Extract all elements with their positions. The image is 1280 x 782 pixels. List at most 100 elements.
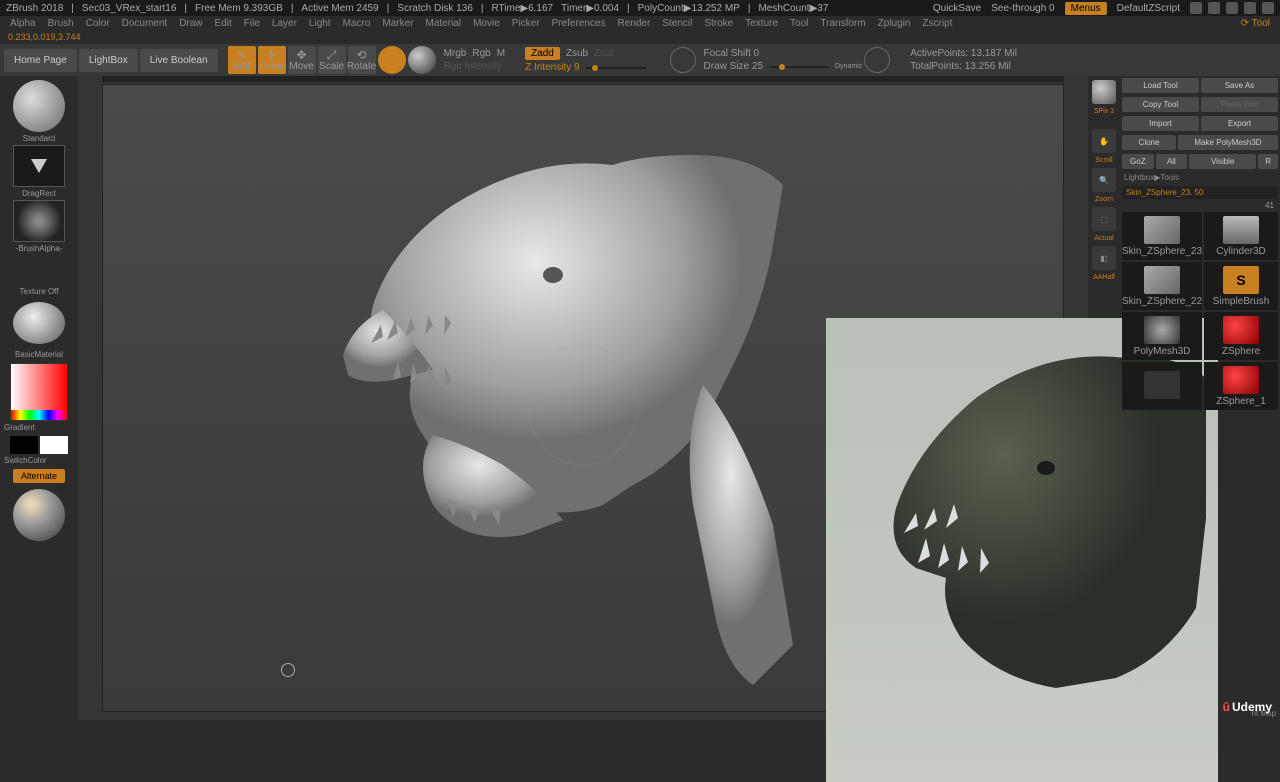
actual-button[interactable]: ⬚ xyxy=(1092,207,1116,231)
goz-all-button[interactable]: All xyxy=(1156,154,1188,169)
sculpt-model[interactable] xyxy=(253,125,813,685)
arrow-down-icon xyxy=(31,159,47,173)
export-button[interactable]: Export xyxy=(1201,116,1278,131)
zoom-button[interactable]: 🔍 xyxy=(1092,168,1116,192)
paste-tool-button[interactable]: Paste Tool xyxy=(1201,97,1278,112)
scroll-button[interactable]: ✋ xyxy=(1092,129,1116,153)
lightbox-tools-label[interactable]: Lightbox▶Tools xyxy=(1120,171,1280,184)
clone-button[interactable]: Clone xyxy=(1122,135,1176,150)
active-points-readout: ActivePoints: 13.187 Mil xyxy=(910,48,1017,59)
zcut-toggle[interactable]: Zcut xyxy=(594,48,613,59)
load-tool-button[interactable]: Load Tool xyxy=(1122,78,1199,93)
menu-zplugin[interactable]: Zplugin xyxy=(874,18,915,29)
menu-render[interactable]: Render xyxy=(614,18,655,29)
dynamic-toggle[interactable]: Dynamic xyxy=(835,63,862,70)
menu-brush[interactable]: Brush xyxy=(44,18,78,29)
menu-texture[interactable]: Texture xyxy=(741,18,782,29)
tool-name-input[interactable]: Skin_ZSphere_23. 50 xyxy=(1122,186,1278,199)
restore-icon[interactable] xyxy=(1244,2,1256,14)
menu-transform[interactable]: Transform xyxy=(816,18,869,29)
alternate-button[interactable]: Alternate xyxy=(13,469,65,483)
menu-material[interactable]: Material xyxy=(422,18,466,29)
mrgb-toggle[interactable]: Mrgb xyxy=(444,48,467,59)
copy-tool-button[interactable]: Copy Tool xyxy=(1122,97,1199,112)
tool-item-0[interactable]: Skin_ZSphere_23 xyxy=(1122,212,1202,260)
color-picker[interactable] xyxy=(10,363,68,421)
make-polymesh-button[interactable]: Make PolyMesh3D xyxy=(1178,135,1278,150)
menu-alpha[interactable]: Alpha xyxy=(6,18,40,29)
fullscreen-icon[interactable] xyxy=(1190,2,1202,14)
rgb-intensity-slider[interactable]: Rgb Intensity xyxy=(444,61,502,72)
texture-selector[interactable] xyxy=(13,302,65,344)
tool-item-7[interactable]: ZSphere_1 xyxy=(1204,362,1278,410)
seethrough-slider[interactable]: See-through 0 xyxy=(991,3,1054,14)
spix-label[interactable]: SPix 3 xyxy=(1094,108,1114,115)
live-boolean-button[interactable]: Live Boolean xyxy=(140,49,218,72)
close-icon[interactable] xyxy=(1262,2,1274,14)
minimize-icon[interactable] xyxy=(1226,2,1238,14)
tool-item-2[interactable]: Skin_ZSphere_22 xyxy=(1122,262,1202,310)
m-toggle[interactable]: M xyxy=(497,48,505,59)
goz-visible-button[interactable]: Visible xyxy=(1189,154,1256,169)
menu-marker[interactable]: Marker xyxy=(378,18,417,29)
zsub-toggle[interactable]: Zsub xyxy=(566,48,588,59)
menu-edit[interactable]: Edit xyxy=(211,18,236,29)
gradient-label[interactable]: Gradient xyxy=(4,423,74,432)
z-intensity-slider[interactable]: Z Intensity 9 xyxy=(525,62,579,73)
brush-selector[interactable] xyxy=(13,80,65,132)
menu-preferences[interactable]: Preferences xyxy=(548,18,610,29)
quicksave-button[interactable]: QuickSave xyxy=(933,3,981,14)
save-as-button[interactable]: Save As xyxy=(1201,78,1278,93)
draw-size-widget[interactable] xyxy=(864,47,890,73)
tool-item-5[interactable]: ZSphere xyxy=(1204,312,1278,360)
material-sphere[interactable] xyxy=(13,489,65,541)
menu-stencil[interactable]: Stencil xyxy=(658,18,696,29)
menu-tool[interactable]: Tool xyxy=(786,18,812,29)
menu-layer[interactable]: Layer xyxy=(268,18,301,29)
tool-item-6[interactable] xyxy=(1122,362,1202,410)
lightbox-button[interactable]: LightBox xyxy=(79,49,138,72)
focal-shift-widget[interactable] xyxy=(670,47,696,73)
alpha-label: -BrushAlpha- xyxy=(16,244,63,253)
draw-mode-button[interactable]: ✛Draw xyxy=(258,46,286,74)
hide-icon[interactable] xyxy=(1208,2,1220,14)
menu-draw[interactable]: Draw xyxy=(175,18,206,29)
subtool-count: 41 xyxy=(1120,201,1280,210)
gizmo-button[interactable] xyxy=(378,46,406,74)
aahalf-button[interactable]: ◧ xyxy=(1092,246,1116,270)
edit-mode-button[interactable]: ✎Edit xyxy=(228,46,256,74)
menu-movie[interactable]: Movie xyxy=(469,18,504,29)
hue-strip[interactable] xyxy=(11,410,67,420)
menu-stroke[interactable]: Stroke xyxy=(700,18,737,29)
goz-button[interactable]: GoZ xyxy=(1122,154,1154,169)
menus-button[interactable]: Menus xyxy=(1065,2,1107,15)
switchcolor-button[interactable]: SwitchColor xyxy=(4,456,74,465)
menu-macro[interactable]: Macro xyxy=(339,18,375,29)
tool-header-right[interactable]: ⟳ Tool xyxy=(1237,18,1274,29)
home-page-button[interactable]: Home Page xyxy=(4,49,77,72)
goz-r-button[interactable]: R xyxy=(1258,154,1278,169)
draw-size-slider[interactable]: Draw Size 25 xyxy=(704,61,763,72)
menu-picker[interactable]: Picker xyxy=(508,18,544,29)
move-mode-button[interactable]: ✥Move xyxy=(288,46,316,74)
swatch-black[interactable] xyxy=(10,436,38,454)
rgb-toggle[interactable]: Rgb xyxy=(472,48,490,59)
menu-light[interactable]: Light xyxy=(305,18,335,29)
stroke-selector[interactable] xyxy=(13,145,65,187)
rotate-mode-button[interactable]: ⟲Rotate xyxy=(348,46,376,74)
tool-item-3[interactable]: SSimpleBrush xyxy=(1204,262,1278,310)
bpr-button[interactable] xyxy=(1092,80,1116,104)
sculptris-button[interactable] xyxy=(408,46,436,74)
import-button[interactable]: Import xyxy=(1122,116,1199,131)
swatch-white[interactable] xyxy=(40,436,68,454)
defaultzscript-button[interactable]: DefaultZScript xyxy=(1117,3,1180,14)
menu-document[interactable]: Document xyxy=(118,18,172,29)
menu-color[interactable]: Color xyxy=(82,18,114,29)
alpha-selector[interactable] xyxy=(13,200,65,242)
tool-item-4[interactable]: PolyMesh3D xyxy=(1122,312,1202,360)
menu-zscript[interactable]: Zscript xyxy=(918,18,956,29)
tool-item-1[interactable]: Cylinder3D xyxy=(1204,212,1278,260)
zadd-toggle[interactable]: Zadd xyxy=(525,47,560,60)
scale-mode-button[interactable]: ⤢Scale xyxy=(318,46,346,74)
menu-file[interactable]: File xyxy=(240,18,264,29)
